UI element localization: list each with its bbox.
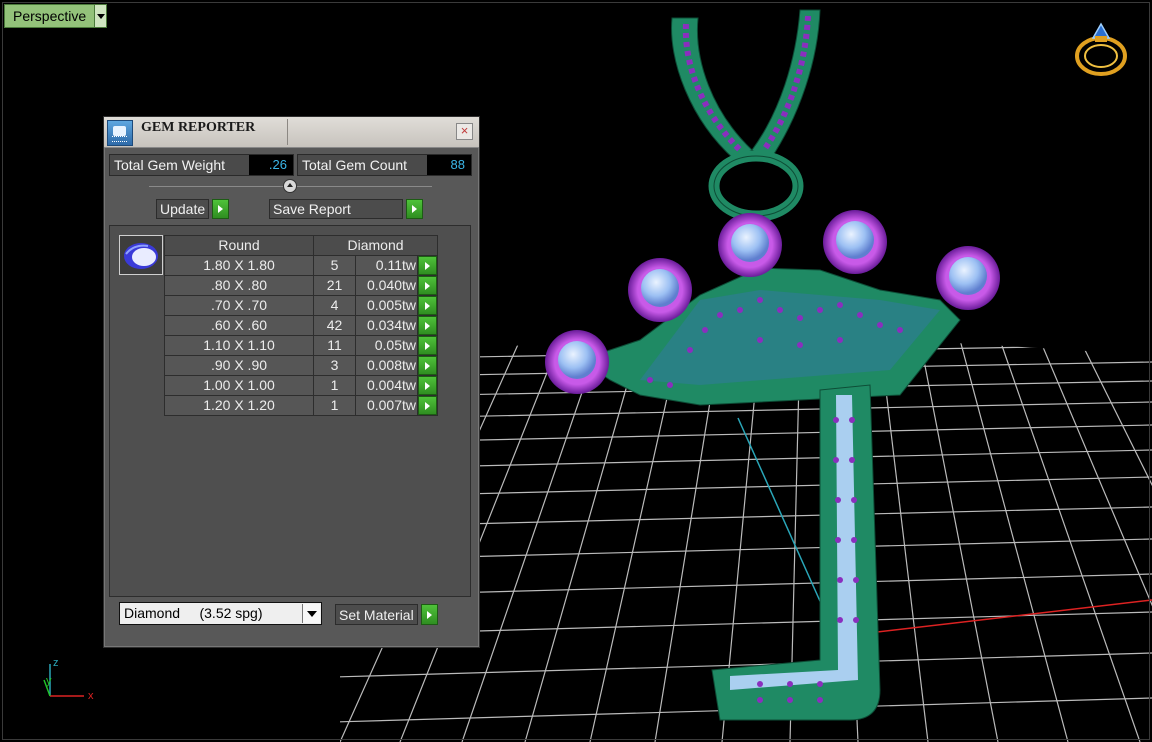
material-select[interactable]: Diamond (3.52 spg) [119,602,322,625]
gem-table-row: .90 X .90 3 0.008tw [164,355,438,376]
green-arrow-right-icon[interactable] [406,199,423,219]
title-divider [287,119,288,145]
save-report-button-label[interactable]: Save Report [269,199,403,219]
gem-weight: 0.005tw [355,295,418,316]
gem-table-header: Round Diamond [164,235,438,256]
axis-label-y: y [46,675,52,687]
total-gem-weight: Total Gem Weight .26 [109,154,294,176]
gem-weight: 0.004tw [355,375,418,396]
set-material-button[interactable]: Set Material [335,604,438,625]
gem-weight: 0.05tw [355,335,418,356]
select-gem-button[interactable] [417,355,438,376]
set-material-button-label[interactable]: Set Material [335,604,418,625]
gem-size: 1.80 X 1.80 [164,255,314,276]
gem-table-row: 1.80 X 1.80 5 0.11tw [164,255,438,276]
gem-table-row: .80 X .80 21 0.040tw [164,275,438,296]
gem-count: 5 [313,255,356,276]
total-gem-count-value: 88 [427,155,471,175]
gem-count: 4 [313,295,356,316]
gem-table: Round Diamond 1.80 X 1.80 5 0.11tw .80 X .8… [164,235,438,416]
axis-triad: z y x [43,657,94,702]
gem-size: 1.20 X 1.20 [164,395,314,416]
select-gem-button[interactable] [417,375,438,396]
gem-table-row: 1.00 X 1.00 1 0.004tw [164,375,438,396]
material-select-value[interactable]: Diamond (3.52 spg) [124,605,263,621]
gem-weight: 0.040tw [355,275,418,296]
collapse-toggle[interactable] [283,179,297,193]
close-icon[interactable]: × [456,123,473,140]
column-header-cut: Round [164,235,314,256]
select-gem-button[interactable] [417,255,438,276]
chevron-down-icon[interactable] [302,604,320,623]
gem-table-row: 1.10 X 1.10 11 0.05tw [164,335,438,356]
green-arrow-right-icon[interactable] [418,336,437,355]
gem-table-row: .60 X .60 42 0.034tw [164,315,438,336]
gem-reporter-icon [107,120,133,146]
gem-count: 21 [313,275,356,296]
gem-size: 1.00 X 1.00 [164,375,314,396]
update-button[interactable]: Update [156,199,230,219]
gem-count: 11 [313,335,356,356]
gem-count: 1 [313,395,356,416]
gem-weight: 0.007tw [355,395,418,416]
gem-count: 1 [313,375,356,396]
select-gem-button[interactable] [417,335,438,356]
gem-table-row: .70 X .70 4 0.005tw [164,295,438,316]
total-gem-count-label: Total Gem Count [302,157,408,173]
axis-label-x: x [88,690,94,702]
green-arrow-right-icon[interactable] [418,296,437,315]
green-arrow-right-icon[interactable] [418,396,437,415]
round-gem-icon [119,235,163,275]
gem-size: 1.10 X 1.10 [164,335,314,356]
panel-title: GEM REPORTER [141,120,256,135]
update-button-label[interactable]: Update [156,199,210,219]
green-arrow-right-icon[interactable] [418,316,437,335]
gem-count: 42 [313,315,356,336]
gem-size: .90 X .90 [164,355,314,376]
green-arrow-right-icon[interactable] [418,276,437,295]
save-report-button[interactable]: Save Report [269,199,423,219]
select-gem-button[interactable] [417,295,438,316]
gem-size: .70 X .70 [164,295,314,316]
gem-reporter-panel: GEM REPORTER × Total Gem Weight .26 Tota… [103,116,480,648]
green-arrow-right-icon[interactable] [418,356,437,375]
select-gem-button[interactable] [417,395,438,416]
axis-label-z: z [53,657,59,669]
total-gem-weight-value: .26 [249,155,293,175]
gem-weight: 0.11tw [355,255,418,276]
view-name[interactable]: Perspective [5,5,95,27]
select-gem-button[interactable] [417,315,438,336]
select-gem-button[interactable] [417,275,438,296]
gem-list-area: Round Diamond 1.80 X 1.80 5 0.11tw .80 X .8… [109,225,471,597]
green-arrow-right-icon[interactable] [212,199,230,219]
gem-weight: 0.008tw [355,355,418,376]
green-arrow-right-icon[interactable] [418,256,437,275]
ring-orientation-icon[interactable] [1073,16,1131,78]
gem-weight: 0.034tw [355,315,418,336]
gem-size: .80 X .80 [164,275,314,296]
column-header-material: Diamond [313,235,438,256]
green-arrow-right-icon[interactable] [420,604,438,625]
chevron-down-icon[interactable] [94,5,107,27]
gem-size: .60 X .60 [164,315,314,336]
green-arrow-right-icon[interactable] [418,376,437,395]
view-selector[interactable]: Perspective [4,4,108,28]
gem-count: 3 [313,355,356,376]
panel-titlebar[interactable]: GEM REPORTER × [104,117,479,148]
gem-table-row: 1.20 X 1.20 1 0.007tw [164,395,438,416]
total-gem-count: Total Gem Count 88 [297,154,472,176]
total-gem-weight-label: Total Gem Weight [114,157,226,173]
pendant-model [545,9,1000,721]
